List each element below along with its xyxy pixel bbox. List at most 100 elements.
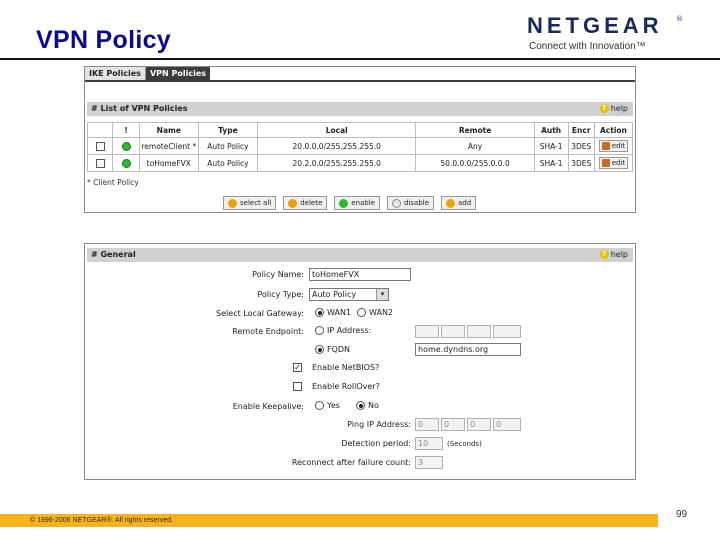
- vpn-policies-panel: IKE Policies VPN Policies # List of VPN …: [84, 66, 636, 213]
- wan2-radio-button[interactable]: [357, 308, 366, 317]
- edit-icon: [601, 159, 610, 167]
- row-select-checkbox[interactable]: [95, 141, 105, 151]
- ip-octet-2-input[interactable]: [441, 325, 465, 338]
- edit-button[interactable]: edit: [598, 140, 629, 152]
- row-local: 20.0.0.0/255.255.255.0: [257, 137, 417, 155]
- keepalive-no-radio[interactable]: No: [356, 401, 379, 410]
- add-label: add: [458, 199, 472, 207]
- ping-octet-2-input[interactable]: 0: [441, 418, 465, 431]
- local-column-header: Local: [257, 122, 417, 138]
- slide-title: VPN Policy: [36, 26, 171, 54]
- fqdn-input[interactable]: home.dyndns.org: [415, 343, 521, 356]
- enable-label: enable: [351, 199, 375, 207]
- enable-icon: [339, 198, 349, 208]
- reconnect-label: Reconnect after failure count:: [291, 458, 411, 467]
- enable-button[interactable]: enable: [334, 196, 380, 210]
- table-row: remoteClient * Auto Policy 20.0.0.0/255.…: [86, 137, 634, 155]
- copyright-text: © 1996-2006 NETGEAR®. All rights reserve…: [30, 517, 173, 524]
- delete-label: delete: [300, 199, 323, 207]
- ip-address-label: IP Address:: [327, 326, 372, 335]
- status-enabled-icon: [121, 141, 131, 151]
- keepalive-no-radio-button[interactable]: [356, 401, 365, 410]
- row-select-checkbox[interactable]: [95, 158, 105, 168]
- delete-icon: [288, 198, 298, 208]
- policy-type-select[interactable]: Auto Policy ▾: [309, 288, 389, 301]
- edit-button[interactable]: edit: [598, 157, 629, 169]
- logo-tagline: Connect with Innovation™: [529, 41, 646, 52]
- select-all-label: select all: [240, 199, 272, 207]
- reconnect-count-input[interactable]: 3: [415, 456, 443, 469]
- status-column-header: !: [112, 122, 140, 138]
- tab-vpn-policies[interactable]: VPN Policies: [145, 67, 211, 80]
- detection-period-label: Detection period:: [341, 439, 411, 448]
- disable-button[interactable]: disable: [387, 196, 435, 210]
- keepalive-yes-label: Yes: [327, 401, 340, 410]
- fqdn-label: FQDN: [327, 345, 351, 354]
- add-icon: [446, 198, 456, 208]
- select-all-button[interactable]: select all: [223, 196, 277, 210]
- tab-bar: IKE Policies VPN Policies: [85, 67, 211, 80]
- row-encr: 3DES: [567, 137, 595, 155]
- tab-underline: [85, 80, 635, 82]
- table-row: toHomeFVX Auto Policy 20.2.0.0/255.255.2…: [86, 154, 634, 172]
- ip-octet-3-input[interactable]: [467, 325, 491, 338]
- netbios-checkbox[interactable]: ✓: [293, 363, 302, 372]
- row-remote: 50.0.0.0/255.0.0.0: [415, 154, 535, 172]
- general-help-link[interactable]: ? help: [599, 250, 628, 259]
- keepalive-label: Enable Keepalive:: [232, 402, 304, 411]
- auth-column-header: Auth: [533, 122, 569, 138]
- wan2-radio[interactable]: WAN2: [357, 308, 393, 317]
- rollover-label: Enable RollOver?: [312, 382, 380, 391]
- policy-type-value: Auto Policy: [312, 290, 357, 299]
- local-gateway-label: Select Local Gateway:: [216, 309, 304, 318]
- name-column-header: Name: [138, 122, 199, 138]
- logo-word: NETGEAR: [527, 13, 663, 38]
- wan1-label: WAN1: [327, 308, 352, 317]
- detection-unit: (Seconds): [447, 440, 482, 448]
- row-name: remoteClient *: [138, 137, 199, 155]
- detection-period-input[interactable]: 10: [415, 437, 443, 450]
- ip-address-radio[interactable]: IP Address:: [315, 326, 371, 335]
- edit-icon: [601, 142, 610, 150]
- delete-button[interactable]: delete: [283, 196, 328, 210]
- ping-ip-label: Ping IP Address:: [347, 420, 411, 429]
- row-auth: SHA-1: [533, 154, 569, 172]
- wan1-radio[interactable]: WAN1: [315, 308, 351, 317]
- client-policy-note: * Client Policy: [87, 178, 139, 187]
- ip-octet-4-input[interactable]: [493, 325, 521, 338]
- action-column-header: Action: [593, 122, 634, 138]
- keepalive-yes-radio-button[interactable]: [315, 401, 324, 410]
- row-auth: SHA-1: [533, 137, 569, 155]
- row-type: Auto Policy: [197, 137, 259, 155]
- tab-ike-policies[interactable]: IKE Policies: [85, 67, 146, 80]
- ip-octet-1-input[interactable]: [415, 325, 439, 338]
- rollover-checkbox[interactable]: [293, 382, 302, 391]
- wan1-radio-button[interactable]: [315, 308, 324, 317]
- edit-label: edit: [611, 142, 626, 150]
- policy-name-label: Policy Name:: [252, 270, 304, 279]
- edit-label: edit: [611, 159, 626, 167]
- ping-octet-1-input[interactable]: 0: [415, 418, 439, 431]
- help-label: help: [610, 250, 628, 259]
- policy-type-label: Policy Type:: [257, 290, 304, 299]
- title-divider: [0, 58, 720, 60]
- add-button[interactable]: add: [441, 196, 477, 210]
- table-header-row: ! Name Type Local Remote Auth Encr Actio…: [86, 122, 634, 138]
- keepalive-yes-radio[interactable]: Yes: [315, 401, 340, 410]
- policy-name-input[interactable]: toHomeFVX: [309, 268, 411, 281]
- ping-octet-4-input[interactable]: 0: [493, 418, 521, 431]
- general-panel: # General ? help Policy Name: toHomeFVX …: [84, 243, 636, 480]
- fqdn-radio[interactable]: FQDN: [315, 345, 350, 354]
- ping-octet-3-input[interactable]: 0: [467, 418, 491, 431]
- help-icon: ?: [599, 250, 609, 259]
- list-help-link[interactable]: ? help: [599, 104, 628, 113]
- type-column-header: Type: [197, 122, 259, 138]
- row-encr: 3DES: [567, 154, 595, 172]
- fqdn-radio-button[interactable]: [315, 345, 324, 354]
- general-section-title: # General: [91, 250, 136, 259]
- disable-label: disable: [404, 199, 430, 207]
- general-section-header: # General ? help: [87, 248, 633, 262]
- ip-address-radio-button[interactable]: [315, 326, 324, 335]
- help-icon: ?: [599, 104, 609, 113]
- policy-action-buttons: select all delete enable disable add: [223, 196, 477, 210]
